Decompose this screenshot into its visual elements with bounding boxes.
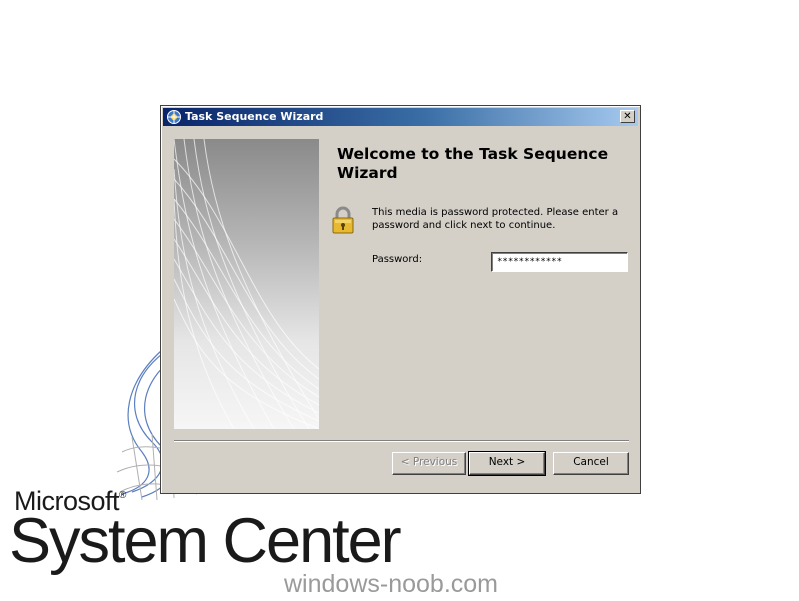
banner-wave-graphic: [174, 139, 319, 429]
password-input[interactable]: ************: [491, 252, 628, 272]
task-sequence-wizard-dialog: Task Sequence Wizard ✕ Welcome to the Ta…: [160, 105, 641, 494]
cancel-button[interactable]: Cancel: [553, 452, 629, 475]
password-protected-message: This media is password protected. Please…: [372, 207, 619, 231]
brand-system-center: System Center: [9, 506, 402, 576]
close-icon: ✕: [623, 111, 632, 122]
wizard-heading: Welcome to the Task Sequence Wizard: [337, 145, 609, 182]
website-watermark: windows-noob.com: [284, 570, 498, 598]
close-button[interactable]: ✕: [620, 110, 635, 123]
title-bar[interactable]: Task Sequence Wizard ✕: [163, 108, 638, 126]
next-button[interactable]: Next >: [468, 451, 546, 476]
password-label: Password:: [372, 254, 423, 265]
padlock-icon: [332, 206, 354, 234]
previous-button[interactable]: < Previous: [392, 452, 466, 475]
window-title: Task Sequence Wizard: [185, 110, 324, 123]
wizard-side-banner: [174, 139, 319, 429]
wizard-icon: [167, 110, 181, 124]
button-separator: [174, 440, 629, 442]
registered-mark: ®: [119, 490, 126, 501]
